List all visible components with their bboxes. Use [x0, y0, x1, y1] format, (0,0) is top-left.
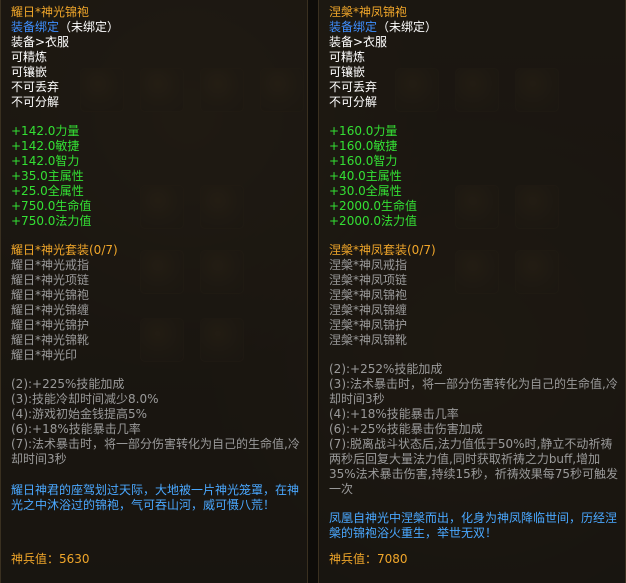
bind-status: （未绑定）	[59, 20, 120, 34]
item-lore: 凤凰自神光中涅槃而出，化身为神凤降临世间，历经涅槃的锦袍浴火重生，举世无双！	[329, 511, 618, 540]
stat-line: +2000.0生命值	[329, 199, 418, 213]
set-item: 耀日*神光戒指	[11, 258, 90, 272]
set-item: 耀日*神光锦袍	[11, 288, 90, 302]
flag-refinable: 可精炼	[11, 50, 48, 64]
stat-line: +160.0力量	[329, 124, 398, 138]
set-title: 耀日*神光套装(0/7)	[11, 243, 118, 257]
set-bonus: (4):+18%技能暴击几率	[329, 407, 459, 421]
item-name: 耀日*神光锦袍	[11, 5, 90, 19]
stat-line: +750.0生命值	[11, 199, 92, 213]
power-value: 5630	[59, 552, 90, 566]
item-type: 装备>衣服	[329, 35, 388, 49]
set-bonus: (2):+252%技能加成	[329, 362, 443, 376]
set-item: 涅槃*神凤戒指	[329, 258, 408, 272]
set-bonus: (3):法术暴击时，将一部分伤害转化为自己的生命值,冷却时间3秒	[329, 377, 618, 406]
set-title: 涅槃*神凤套装(0/7)	[329, 243, 436, 257]
set-item: 涅槃*神凤项链	[329, 273, 408, 287]
set-bonus: (7):脱离战斗状态后,法力值低于50%时,静立不动祈祷两秒后回复大量法力值,同…	[329, 437, 619, 496]
item-tooltip-right: 涅槃*神凤锦袍 装备绑定（未绑定） 装备>衣服 可精炼 可镶嵌 不可丢弃 不可分…	[318, 0, 626, 583]
set-bonus: (4):游戏初始金钱提高5%	[11, 407, 148, 421]
flag-socketable: 可镶嵌	[329, 65, 366, 79]
flag-socketable: 可镶嵌	[11, 65, 48, 79]
stat-line: +160.0敏捷	[329, 139, 398, 153]
stat-line: +142.0力量	[11, 124, 80, 138]
bind-label: 装备绑定	[329, 20, 378, 34]
set-item: 涅槃*神凤锦袍	[329, 288, 408, 302]
power-label: 神兵值：	[329, 552, 378, 566]
set-item: 涅槃*神凤锦护	[329, 318, 408, 332]
set-bonus: (2):+225%技能加成	[11, 377, 125, 391]
bind-status: （未绑定）	[377, 20, 438, 34]
stat-line: +160.0智力	[329, 154, 398, 168]
flag-no-decompose: 不可分解	[11, 95, 60, 109]
flag-no-discard: 不可丢弃	[11, 80, 60, 94]
set-item: 涅槃*神凤锦靴	[329, 333, 408, 347]
stat-line: +40.0主属性	[329, 169, 402, 183]
item-name: 涅槃*神凤锦袍	[329, 5, 408, 19]
set-item: 涅槃*神凤锦缠	[329, 303, 408, 317]
stat-line: +750.0法力值	[11, 214, 92, 228]
item-lore: 耀日神君的座驾划过天际，大地被一片神光笼罩，在神光之中沐浴过的锦袍，气可吞山河，…	[11, 483, 300, 512]
stat-line: +142.0智力	[11, 154, 80, 168]
flag-refinable: 可精炼	[329, 50, 366, 64]
set-item: 耀日*神光锦靴	[11, 333, 90, 347]
set-bonus: (3):技能冷却时间减少8.0%	[11, 392, 159, 406]
stat-line: +35.0主属性	[11, 169, 84, 183]
flag-no-decompose: 不可分解	[329, 95, 378, 109]
set-bonus: (6):+25%技能暴击伤害加成	[329, 422, 483, 436]
set-item: 耀日*神光项链	[11, 273, 90, 287]
set-bonus: (6):+18%技能暴击几率	[11, 422, 141, 436]
stat-line: +30.0全属性	[329, 184, 402, 198]
power-row: 神兵值：7080	[329, 552, 408, 567]
panel-divider	[308, 0, 318, 583]
set-item: 耀日*神光印	[11, 348, 78, 362]
power-value: 7080	[377, 552, 408, 566]
set-item: 耀日*神光锦缠	[11, 303, 90, 317]
set-bonus: (7):法术暴击时，将一部分伤害转化为自己的生命值,冷却时间3秒	[11, 437, 300, 466]
flag-no-discard: 不可丢弃	[329, 80, 378, 94]
bind-row: 装备绑定（未绑定）	[329, 20, 619, 35]
stat-line: +142.0敏捷	[11, 139, 80, 153]
set-item: 耀日*神光锦护	[11, 318, 90, 332]
stat-line: +2000.0法力值	[329, 214, 418, 228]
power-label: 神兵值：	[11, 552, 60, 566]
stat-line: +25.0全属性	[11, 184, 84, 198]
bind-label: 装备绑定	[11, 20, 60, 34]
power-row: 神兵值：5630	[11, 552, 90, 567]
item-type: 装备>衣服	[11, 35, 70, 49]
item-tooltip-left: 耀日*神光锦袍 装备绑定（未绑定） 装备>衣服 可精炼 可镶嵌 不可丢弃 不可分…	[0, 0, 308, 583]
bind-row: 装备绑定（未绑定）	[11, 20, 301, 35]
